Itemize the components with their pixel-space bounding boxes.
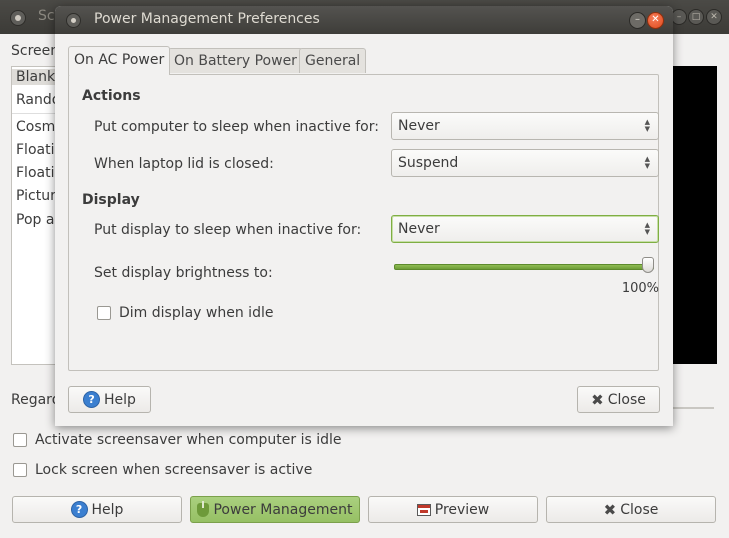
dialog-close-button[interactable]: ✖ Close [577,386,660,413]
activate-idle-label: Activate screensaver when computer is id… [35,432,342,448]
theme-list-item[interactable]: Pop a [16,212,54,228]
power-management-label: Power Management [213,501,353,518]
minimize-icon[interactable]: – [671,9,687,25]
screensaver-label: Screen [11,43,60,59]
lid-closed-combo[interactable]: Suspend ▲ ▼ [391,149,659,177]
sleep-display-value: Never [398,221,440,237]
sleep-display-combo[interactable]: Never ▲ ▼ [391,215,659,243]
dialog-titlebar[interactable]: Power Management Preferences – ✕ [55,6,673,34]
power-management-dialog: Power Management Preferences – ✕ On AC P… [55,6,673,426]
tab-on-ac-power[interactable]: On AC Power [68,46,171,75]
close-icon[interactable]: ✕ [706,9,722,25]
background-window-title: Sc [38,8,55,24]
help-button[interactable]: ? Help [12,496,182,523]
preview-button[interactable]: Preview [368,496,538,523]
dim-display-row[interactable]: Dim display when idle [97,305,273,321]
close-icon[interactable]: ✕ [647,12,664,29]
maximize-icon[interactable]: □ [688,9,704,25]
sleep-display-label: Put display to sleep when inactive for: [94,222,362,238]
lock-screen-checkbox[interactable] [13,463,27,477]
close-icon: ✖ [603,500,617,519]
dialog-help-button[interactable]: ? Help [68,386,151,413]
activate-idle-row[interactable]: Activate screensaver when computer is id… [13,432,341,448]
dialog-close-label: Close [607,391,646,408]
lock-screen-label: Lock screen when screensaver is active [35,462,313,478]
theme-list-item[interactable]: Cosm [16,119,55,135]
combo-arrows-icon: ▲ ▼ [644,155,650,170]
brightness-value: 100% [621,281,659,296]
power-icon [197,500,210,517]
actions-heading: Actions [82,88,141,104]
help-button-label: Help [91,501,124,518]
theme-list-item[interactable]: Rando [16,92,56,108]
theme-list[interactable]: Blank Rando Cosm Floati Floati Pictur Po… [11,66,57,365]
combo-arrows-icon: ▲ ▼ [644,118,650,133]
minimize-icon[interactable]: – [629,12,646,29]
brightness-slider-handle[interactable] [642,257,654,273]
display-heading: Display [82,192,140,208]
dialog-title: Power Management Preferences [94,11,320,27]
lid-closed-label: When laptop lid is closed: [94,156,274,172]
help-icon: ? [70,501,88,518]
window-menu-icon[interactable] [66,13,81,28]
dim-display-label: Dim display when idle [119,305,274,321]
preview-button-label: Preview [434,501,490,518]
close-button[interactable]: ✖ Close [546,496,716,523]
regard-label: Regard [11,392,61,408]
sleep-computer-combo[interactable]: Never ▲ ▼ [391,112,659,140]
sleep-computer-value: Never [398,118,440,134]
preview-icon [416,503,431,516]
idle-slider-track[interactable] [672,407,714,409]
brightness-label: Set display brightness to: [94,265,273,281]
sleep-computer-label: Put computer to sleep when inactive for: [94,119,379,135]
dim-display-checkbox[interactable] [97,306,111,320]
theme-list-item[interactable]: Pictur [16,188,56,204]
combo-arrows-icon: ▲ ▼ [644,221,650,236]
window-menu-icon[interactable] [10,10,26,26]
tab-panel: Actions Put computer to sleep when inact… [68,74,659,371]
theme-list-item[interactable]: Floati [16,165,54,181]
power-management-button[interactable]: Power Management [190,496,360,523]
brightness-slider[interactable] [394,264,654,270]
tab-general[interactable]: General [299,48,367,73]
close-button-label: Close [620,501,659,518]
close-icon: ✖ [591,390,604,409]
lid-closed-value: Suspend [398,155,459,171]
screensaver-preview [672,66,717,364]
help-icon: ? [83,391,101,408]
lock-screen-row[interactable]: Lock screen when screensaver is active [13,462,312,478]
theme-list-item[interactable]: Floati [16,142,54,158]
list-separator [12,113,56,114]
activate-idle-checkbox[interactable] [13,433,27,447]
tab-on-battery-power[interactable]: On Battery Power [168,48,303,73]
dialog-help-label: Help [104,391,136,408]
theme-list-item[interactable]: Blank [12,69,56,85]
